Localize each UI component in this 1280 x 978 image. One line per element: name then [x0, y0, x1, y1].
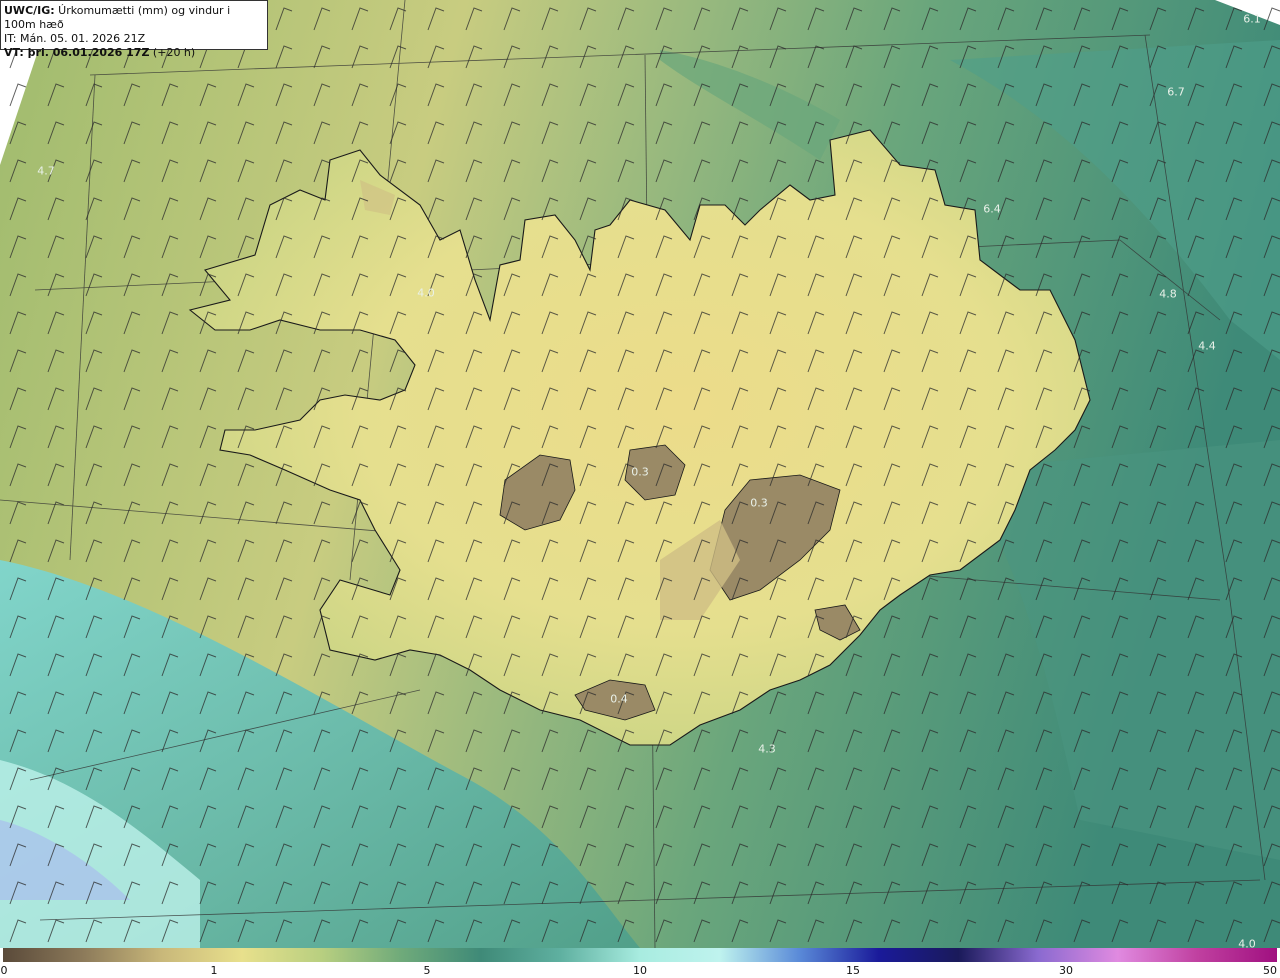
field-value-label: 0.3	[750, 496, 768, 510]
field-value-label: 4.3	[758, 742, 776, 756]
colorbar-tick: 10	[633, 964, 647, 977]
map-view: UWC/IG: Úrkomumætti (mm) og vindur i 100…	[0, 0, 1280, 978]
colorbar-tick: 1	[210, 964, 218, 977]
field-value-label: 4.7	[37, 164, 55, 178]
field-value-label: 6.7	[1167, 85, 1185, 99]
colorbar: 0 1 5 10 15 30 50	[0, 948, 1280, 978]
field-value-label: 4.0	[417, 286, 435, 300]
map-header: UWC/IG: Úrkomumætti (mm) og vindur i 100…	[0, 0, 268, 59]
colorbar-tick: 0	[0, 964, 8, 977]
colorbar-tick: 50	[1263, 964, 1277, 977]
field-value-label: 4.8	[1159, 287, 1177, 301]
colorbar-tick: 15	[846, 964, 860, 977]
colorbar-tick: 30	[1059, 964, 1073, 977]
field-value-label: 6.4	[983, 202, 1001, 216]
field-value-label: 4.4	[1198, 339, 1216, 353]
colorbar-tick: 5	[423, 964, 431, 977]
field-value-label: 0.3	[631, 465, 649, 479]
product-code: UWC/IG:	[4, 4, 55, 17]
colorbar-strip	[3, 948, 1277, 962]
valid-time: VT: þri. 06.01.2026 17Z	[4, 46, 150, 59]
issue-time: IT: Mán. 05. 01. 2026 21Z	[4, 32, 146, 45]
forecast-lead: (+20 h)	[149, 46, 196, 59]
field-value-label: 0.4	[610, 692, 628, 706]
field-value-label: 6.1	[1243, 12, 1261, 26]
